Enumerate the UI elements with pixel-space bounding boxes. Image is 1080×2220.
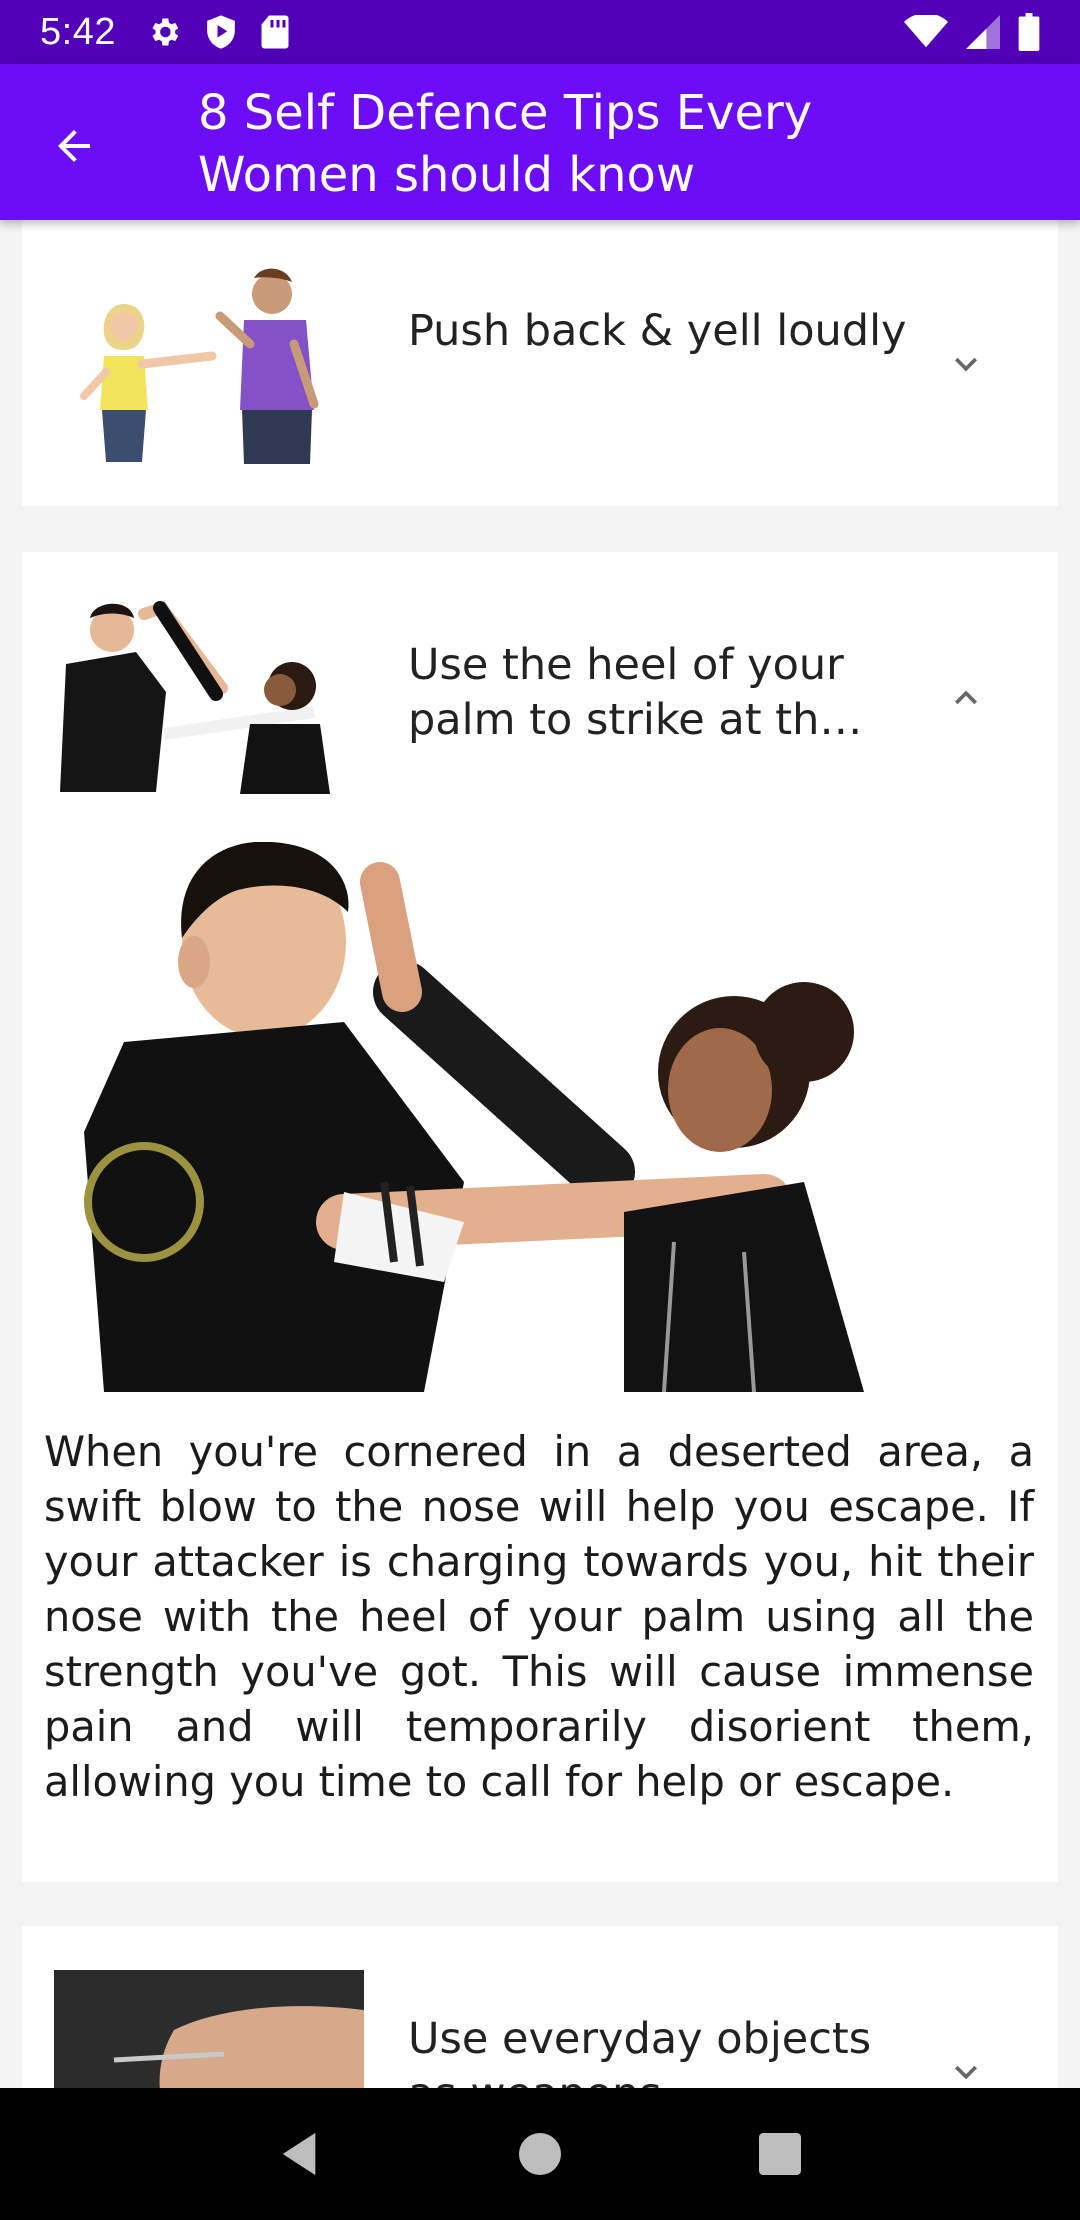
system-navigation-bar [0, 2088, 1080, 2220]
tip-title: Push back & yell loudly [408, 306, 907, 356]
collapse-button[interactable] [944, 676, 988, 720]
status-time: 5:42 [40, 10, 116, 53]
push-back-thumbnail [54, 264, 364, 464]
nav-recents-icon [759, 2133, 801, 2175]
nav-recents-button[interactable] [740, 2114, 820, 2194]
palm-strike-thumbnail [54, 594, 364, 794]
expand-button[interactable] [944, 342, 988, 386]
tip-header-push-back[interactable]: Push back & yell loudly [22, 220, 1058, 506]
nav-back-button[interactable] [260, 2114, 340, 2194]
tip-card-push-back: Push back & yell loudly [22, 220, 1058, 506]
nav-back-icon [282, 2132, 316, 2176]
cellular-signal-icon [966, 15, 1000, 49]
battery-icon [1018, 13, 1040, 51]
nav-home-button[interactable] [500, 2114, 580, 2194]
wifi-icon [904, 15, 948, 48]
arrow-back-icon [58, 130, 90, 162]
status-icons-right [904, 0, 1040, 64]
tip-title: Use the heel of your palm to strike at t… [408, 640, 863, 745]
tip-header-palm-strike[interactable]: Use the heel of your palm to strike at t… [22, 552, 1058, 812]
sd-card-icon [261, 15, 289, 49]
palm-strike-image [44, 842, 924, 1392]
page-title: 8 Self Defence Tips Every Women should k… [198, 85, 813, 203]
back-button[interactable] [44, 116, 104, 176]
play-shield-icon [207, 15, 235, 49]
tip-card-palm-strike: Use the heel of your palm to strike at t… [22, 552, 1058, 1882]
app-bar: 8 Self Defence Tips Every Women should k… [0, 64, 1080, 220]
status-icons-left [146, 14, 290, 50]
tip-description: When you're cornered in a deserted area,… [44, 1427, 1034, 1806]
settings-gear-icon [152, 18, 179, 46]
chevron-up-icon [955, 690, 977, 705]
nav-home-icon [519, 2133, 561, 2175]
status-bar: 5:42 [0, 0, 1080, 64]
chevron-down-icon [955, 357, 977, 372]
